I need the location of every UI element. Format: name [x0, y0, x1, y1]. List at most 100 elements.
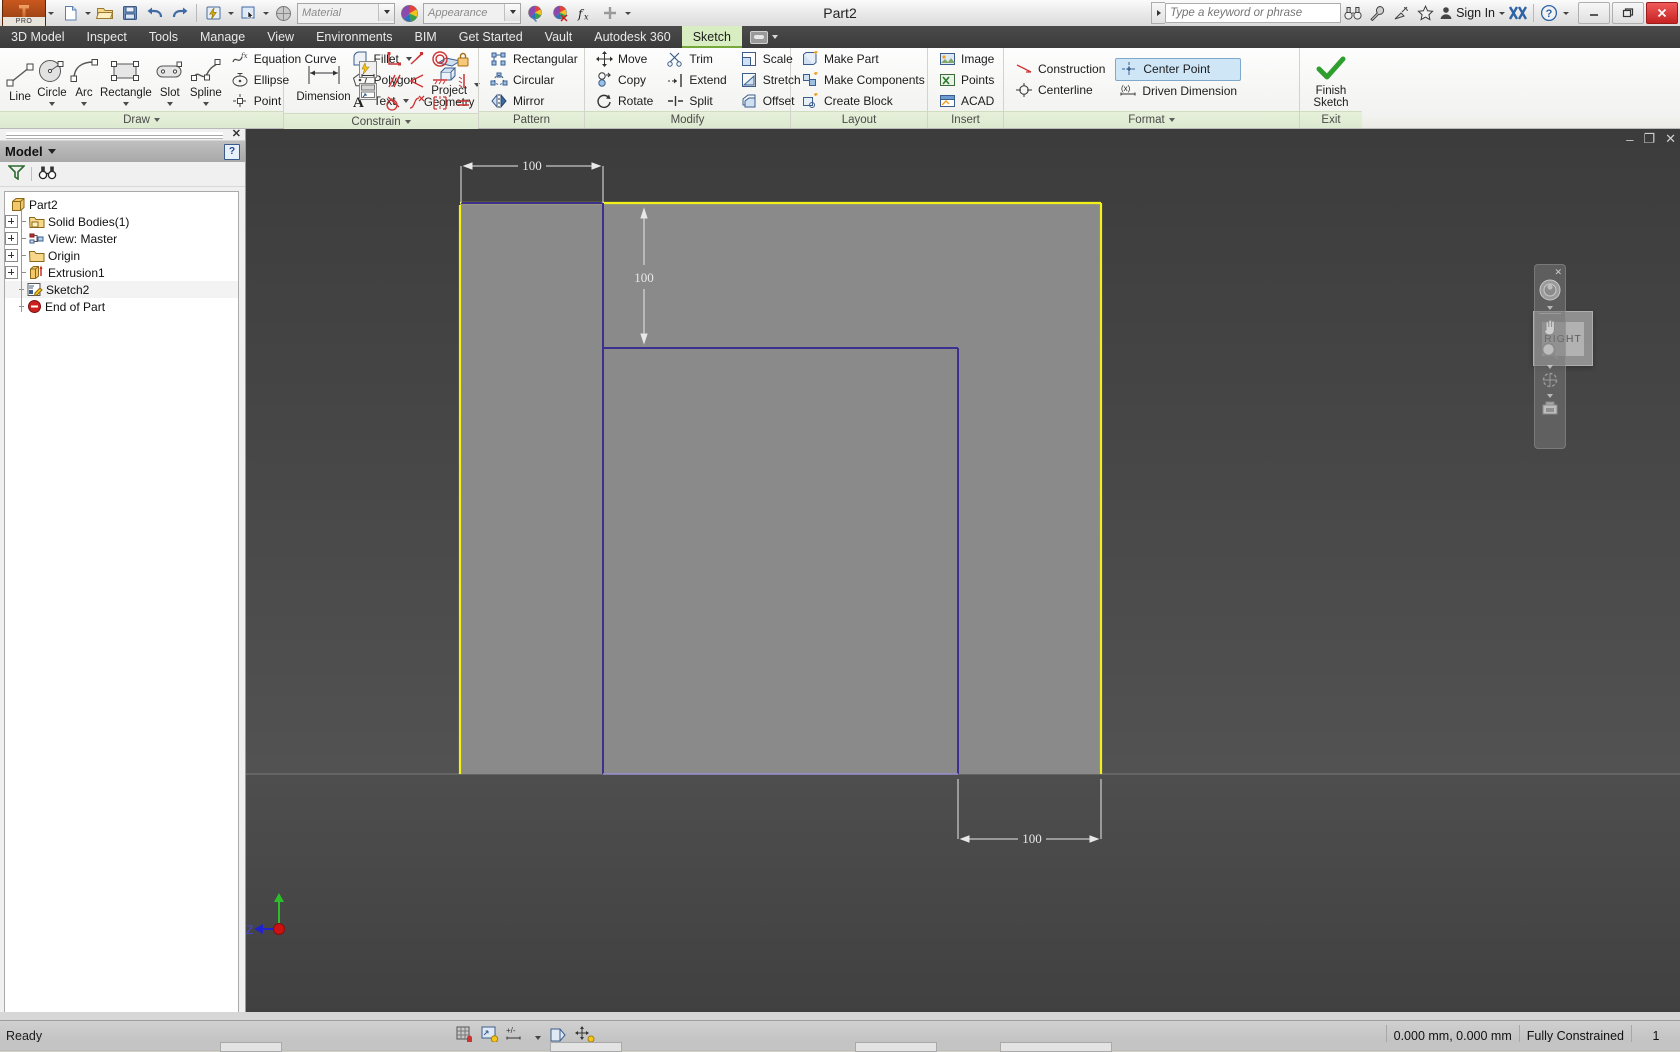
tool-construction[interactable]: Construction — [1011, 59, 1109, 80]
tool-mirror[interactable]: Mirror — [486, 90, 582, 111]
update-button[interactable] — [201, 1, 225, 25]
nav-bar-close-icon[interactable]: ✕ — [1554, 268, 1562, 277]
tool-rotate[interactable]: Rotate — [592, 90, 657, 111]
auto-dimension-icon[interactable] — [357, 59, 379, 80]
sign-in-button[interactable]: Sign In — [1437, 6, 1497, 20]
close-window-button[interactable] — [1646, 2, 1678, 24]
ribbon-tab-manage[interactable]: Manage — [189, 26, 256, 48]
vertical-constraint-icon[interactable] — [452, 70, 474, 91]
ribbon-tab-inspect[interactable]: Inspect — [76, 26, 138, 48]
parallel-lines-constraint-icon[interactable] — [383, 70, 405, 91]
parameters-fx-button[interactable]: fx — [573, 1, 597, 25]
viewport-close-button[interactable]: ✕ — [1665, 131, 1676, 147]
model-tree[interactable]: Part2Solid Bodies(1)View: MasterOriginEx… — [4, 191, 239, 1013]
tool-split[interactable]: Split — [663, 90, 730, 111]
dimension-dropdown-icon[interactable] — [535, 1029, 541, 1043]
tool-move[interactable]: Move — [592, 48, 657, 69]
new-file-dropdown-icon[interactable] — [83, 2, 92, 24]
clear-appearance-button[interactable] — [548, 1, 572, 25]
satellite-dish-icon[interactable] — [1389, 1, 1413, 25]
ribbon-tab-sketch[interactable]: Sketch — [682, 26, 742, 48]
tool-center-point[interactable]: Center Point — [1115, 58, 1241, 81]
tool-dimension[interactable]: Dimension — [294, 59, 353, 103]
material-dropdown-icon[interactable] — [378, 4, 394, 21]
tool-circle-dropdown-icon[interactable] — [49, 102, 55, 106]
autodesk-exchange-icon[interactable] — [1506, 1, 1530, 25]
mini-toolbar-dropdown-icon[interactable] — [772, 35, 778, 39]
wrench-icon[interactable] — [1365, 1, 1389, 25]
status-chip-1[interactable] — [220, 1042, 282, 1052]
zoom-magnifier-icon[interactable] — [1540, 341, 1560, 364]
tree-node-solid-bodies-1-[interactable]: Solid Bodies(1) — [5, 213, 238, 230]
steering-wheel-icon[interactable] — [1538, 278, 1562, 305]
help-dropdown-icon[interactable] — [1561, 2, 1570, 24]
viewport-restore-button[interactable]: ❐ — [1643, 131, 1655, 147]
tool-points-excel[interactable]: Points — [935, 69, 998, 90]
appearance-sphere-button[interactable] — [397, 1, 421, 25]
tool-rectangular-pattern[interactable]: Rectangular — [486, 48, 582, 69]
orbit-icon[interactable] — [1540, 370, 1560, 393]
ribbon-tab-vault[interactable]: Vault — [534, 26, 584, 48]
tool-create-block[interactable]: Create Block — [798, 90, 929, 111]
tree-expand-icon[interactable] — [5, 215, 18, 228]
panel-format-dropdown-icon[interactable] — [1169, 118, 1175, 122]
parallel-constraint-icon[interactable] — [406, 48, 428, 69]
status-chip-3[interactable] — [855, 1042, 937, 1052]
help-icon[interactable]: ? — [1537, 1, 1561, 25]
ribbon-tab-autodesk-360[interactable]: Autodesk 360 — [583, 26, 681, 48]
symmetric-constraint-icon[interactable] — [429, 92, 451, 113]
update-dropdown-icon[interactable] — [226, 2, 235, 24]
tool-rectangle-dropdown-icon[interactable] — [123, 102, 129, 106]
appearance-combo[interactable]: Appearance — [423, 3, 521, 24]
ribbon-tab-3d-model[interactable]: 3D Model — [0, 26, 76, 48]
tool-image[interactable]: Image — [935, 48, 998, 69]
tool-slot-dropdown-icon[interactable] — [167, 102, 173, 106]
star-icon[interactable] — [1413, 1, 1437, 25]
panel-label-draw[interactable]: Draw — [0, 111, 283, 128]
smooth-constraint-icon[interactable] — [406, 92, 428, 113]
new-file-button[interactable] — [58, 1, 82, 25]
tree-expand-icon[interactable] — [5, 266, 18, 279]
graphics-viewport[interactable]: 100 100 100 — [246, 129, 1680, 1019]
mini-toolbar-toggle[interactable] — [742, 26, 786, 48]
select-dropdown-icon[interactable] — [261, 2, 270, 24]
tool-extend[interactable]: Extend — [663, 69, 730, 90]
zoom-dropdown-icon[interactable] — [1547, 365, 1553, 369]
binoculars-icon[interactable] — [1341, 1, 1365, 25]
restore-window-button[interactable] — [1612, 2, 1644, 24]
tool-spline[interactable]: Spline — [188, 53, 224, 106]
browser-dropdown-icon[interactable] — [48, 149, 56, 154]
panel-label-constrain[interactable]: Constrain — [284, 113, 478, 130]
tree-node-sketch2[interactable]: Sketch2 — [5, 281, 238, 298]
adjust-appearance-button[interactable] — [523, 1, 547, 25]
save-file-button[interactable] — [118, 1, 142, 25]
browser-help-icon[interactable]: ? — [224, 144, 240, 160]
sign-in-dropdown-icon[interactable] — [1497, 2, 1506, 24]
tool-make-components[interactable]: Make Components — [798, 69, 929, 90]
horizontal-constraint-icon[interactable] — [429, 70, 451, 91]
redo-button[interactable] — [168, 1, 192, 25]
material-sphere-button[interactable] — [271, 1, 295, 25]
application-menu-button[interactable]: PRO — [2, 0, 46, 27]
tree-expand-icon[interactable] — [5, 249, 18, 262]
tool-slot[interactable]: Slot — [152, 53, 188, 106]
orbit-dropdown-icon[interactable] — [1547, 394, 1553, 398]
appearance-dropdown-icon[interactable] — [504, 4, 520, 21]
material-combo[interactable]: Material — [297, 3, 395, 24]
tool-line[interactable]: Line — [4, 57, 36, 103]
status-chip-2[interactable] — [550, 1042, 622, 1052]
ribbon-tab-view[interactable]: View — [256, 26, 305, 48]
concentric-constraint-icon[interactable] — [429, 48, 451, 69]
tangent-constraint-icon[interactable] — [383, 92, 405, 113]
fix-constraint-icon[interactable] — [452, 48, 474, 69]
tool-rectangle[interactable]: Rectangle — [100, 53, 152, 106]
open-file-button[interactable] — [93, 1, 117, 25]
tree-node-origin[interactable]: Origin — [5, 247, 238, 264]
tool-circle[interactable]: Circle — [36, 53, 68, 106]
angle-constraint-icon[interactable] — [406, 70, 428, 91]
panel-constrain-dropdown-icon[interactable] — [405, 120, 411, 124]
app-menu-dropdown-icon[interactable] — [46, 2, 55, 24]
tree-node-part2[interactable]: Part2 — [5, 196, 238, 213]
tool-trim[interactable]: Trim — [663, 48, 730, 69]
tool-centerline[interactable]: Centerline — [1011, 80, 1109, 101]
